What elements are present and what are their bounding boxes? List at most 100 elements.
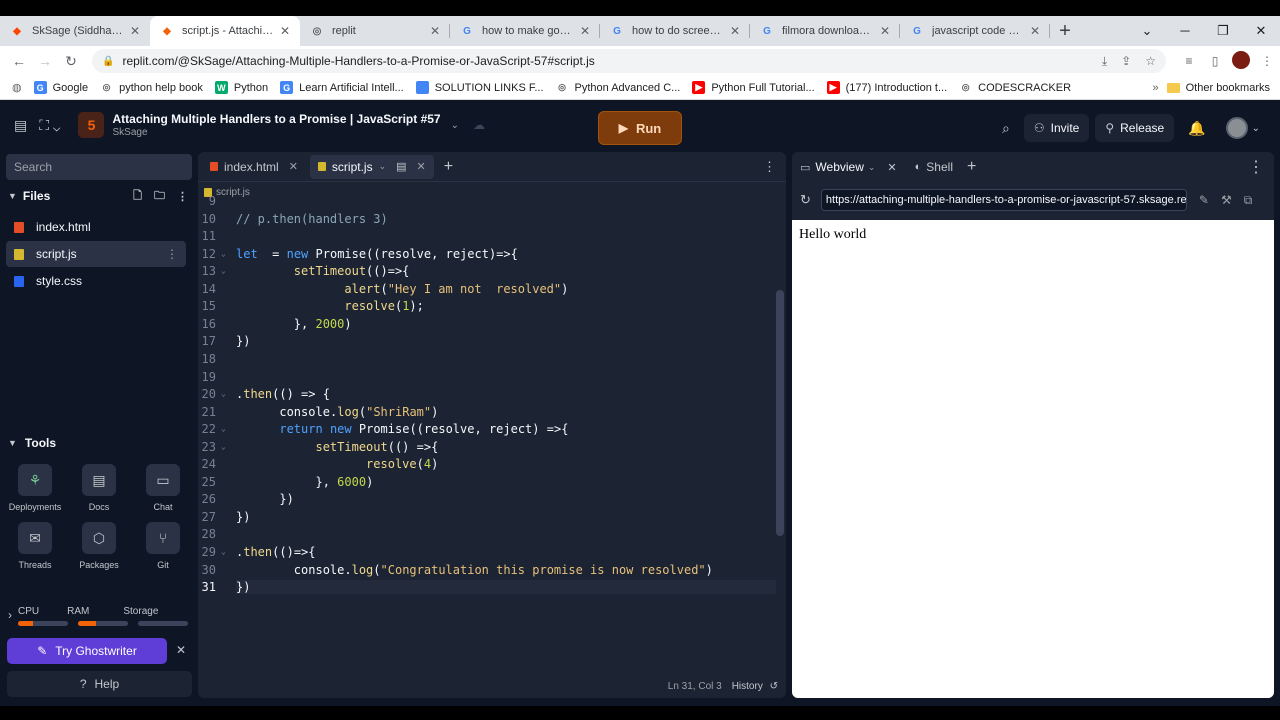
back-icon[interactable]: ← [6,53,32,69]
new-file-icon[interactable]: 🗋 [133,187,142,206]
code-line[interactable]: alert("Hey I am not resolved") [236,282,568,296]
browser-tab[interactable]: Gfilmora download - Go ✕ [750,16,900,46]
new-tab-icon[interactable]: + [1050,16,1080,46]
code-line[interactable]: }) [236,492,293,506]
history-button[interactable]: History ↺ [732,681,778,692]
search-icon[interactable]: ⌕ [1002,120,1010,137]
close-icon[interactable]: ✕ [580,24,590,38]
bookmark-item[interactable]: ▶ Python Full Tutorial... [692,81,815,94]
close-icon[interactable]: ✕ [430,24,440,38]
fold-icon[interactable]: ⌄ [221,424,226,433]
tool-deployments[interactable]: ⚘ Deployments [5,464,65,512]
bookmark-item[interactable]: ◎ python help book [100,81,203,94]
new-folder-icon[interactable]: 🗀 [154,187,165,206]
bookmark-item[interactable]: ◎ Python Advanced C... [556,81,680,94]
chevron-down-icon[interactable]: ⌄ [868,162,876,173]
file-item[interactable]: index.html [6,214,186,240]
add-tab-icon[interactable]: + [967,158,976,176]
code-line[interactable]: }, 2000) [236,317,352,331]
bookmark-item[interactable]: G Learn Artificial Intell... [280,81,404,94]
close-icon[interactable]: ✕ [1030,24,1040,38]
close-icon[interactable]: ✕ [730,24,740,38]
reload-icon[interactable]: ↻ [58,53,84,70]
code-line[interactable]: let = new Promise((resolve, reject)=>{ [236,247,518,261]
browser-tab[interactable]: ◎ replit ✕ [300,16,450,46]
notifications-bell-icon[interactable]: 🔔 [1188,120,1205,137]
tab-search-icon[interactable]: ⌄ [1128,16,1166,46]
chevron-down-icon[interactable]: ⌄ [379,161,387,172]
close-icon[interactable]: ✕ [130,24,140,38]
devtools-icon[interactable]: ⚒ [1221,193,1232,207]
bookmark-item[interactable]: SOLUTION LINKS F... [415,81,544,94]
bookmark-item[interactable]: W Python [214,81,268,94]
restore-button[interactable]: ❐ [1204,16,1242,46]
code-line[interactable]: .then(()=>{ [236,545,316,559]
close-window-button[interactable]: ✕ [1242,16,1280,46]
open-new-tab-icon[interactable]: ⧉ [1244,193,1253,208]
bookmark-item[interactable]: ◎ CODESCRACKER [959,81,1071,94]
breadcrumb-file[interactable]: script.js [216,187,250,198]
split-icon[interactable]: ▤ [396,160,406,173]
address-text[interactable]: replit.com/@SkSage/Attaching-Multiple-Ha… [122,54,594,68]
file-menu-icon[interactable]: ⋮ [166,247,178,261]
code-line[interactable]: }) [236,334,250,348]
forward-icon[interactable]: → [32,53,58,69]
code-line[interactable]: setTimeout(() =>{ [236,440,438,454]
fold-icon[interactable]: ⌄ [221,389,226,398]
code-line[interactable]: }) [236,510,250,524]
tool-git[interactable]: ⑂ Git [133,522,193,570]
chevron-double-right-icon[interactable]: » [1153,82,1159,94]
tool-packages[interactable]: ⬡ Packages [69,522,129,570]
help-button[interactable]: ? Help [7,671,192,697]
caret-down-icon[interactable]: ▼ [8,438,17,448]
tab-script-js[interactable]: script.js ⌄ ▤ ✕ [309,154,434,179]
invite-button[interactable]: ⚇ Invite [1023,114,1090,142]
chevron-right-icon[interactable]: › [8,608,12,622]
tools-header[interactable]: ▼ Tools [8,436,56,450]
code-line[interactable]: return new Promise((resolve, reject) =>{ [236,422,568,436]
browser-tab[interactable]: Ghow to make google sc ✕ [450,16,600,46]
browser-tab[interactable]: ◆ script.js - Attaching Mu ✕ [150,16,300,46]
close-icon[interactable]: ✕ [417,160,426,173]
code-line[interactable]: resolve(1); [236,299,424,313]
repl-title-block[interactable]: Attaching Multiple Handlers to a Promise… [112,112,440,138]
edit-icon[interactable]: ✎ [1199,193,1209,207]
run-button[interactable]: ▶ Run [598,111,682,145]
code-line[interactable]: .then(() => { [236,387,330,401]
other-bookmarks[interactable]: Other bookmarks [1166,82,1270,94]
share-icon[interactable]: ⇪ [1121,54,1131,68]
files-header[interactable]: ▼ Files 🗋 🗀 ⋮ [8,186,188,206]
fold-icon[interactable]: ⌄ [221,442,226,451]
browser-tab[interactable]: Ghow to do screen recor ✕ [600,16,750,46]
search-input[interactable]: Search [6,154,192,180]
close-icon[interactable]: ✕ [176,643,186,657]
reload-icon[interactable]: ↻ [800,192,811,208]
side-panel-icon[interactable]: ▯ [1202,54,1228,68]
tool-docs[interactable]: ▤ Docs [69,464,129,512]
fold-icon[interactable]: ⌄ [221,249,226,258]
tool-threads[interactable]: ✉ Threads [5,522,65,570]
reading-list-icon[interactable]: ≡ [1176,54,1202,68]
tab-index-html[interactable]: index.html ✕ [202,155,306,179]
webview-url-input[interactable]: https://attaching-multiple-handlers-to-a… [820,189,1187,211]
address-bar[interactable]: 🔒 replit.com/@SkSage/Attaching-Multiple-… [92,49,1166,73]
user-avatar[interactable] [1225,117,1248,139]
file-item[interactable]: script.js ⋮ [6,241,186,267]
cursor-position[interactable]: Ln 31, Col 3 [668,681,722,692]
browser-tab[interactable]: ◆ SkSage (Siddharth Kan ✕ [0,16,150,46]
chevron-down-icon[interactable]: ⌄ [451,120,459,131]
file-item[interactable]: style.css [6,268,186,294]
profile-avatar[interactable] [1228,50,1254,72]
code-line[interactable]: }) [236,580,776,595]
code-line[interactable]: console.log("ShriRam") [236,405,438,419]
caret-down-icon[interactable]: ▼ [8,191,17,201]
code-line[interactable]: // p.then(handlers 3) [236,212,388,226]
close-icon[interactable]: ✕ [289,160,298,173]
minimize-button[interactable]: ─ [1166,16,1204,46]
fold-icon[interactable]: ⌄ [221,547,226,556]
browser-menu-icon[interactable]: ⋮ [1254,54,1280,68]
bookmark-item[interactable]: ▶ (177) Introduction t... [826,81,947,94]
files-menu-icon[interactable]: ⋮ [177,190,188,203]
release-button[interactable]: ⚲ Release [1095,114,1175,142]
try-ghostwriter-button[interactable]: ✎ Try Ghostwriter [7,638,167,664]
